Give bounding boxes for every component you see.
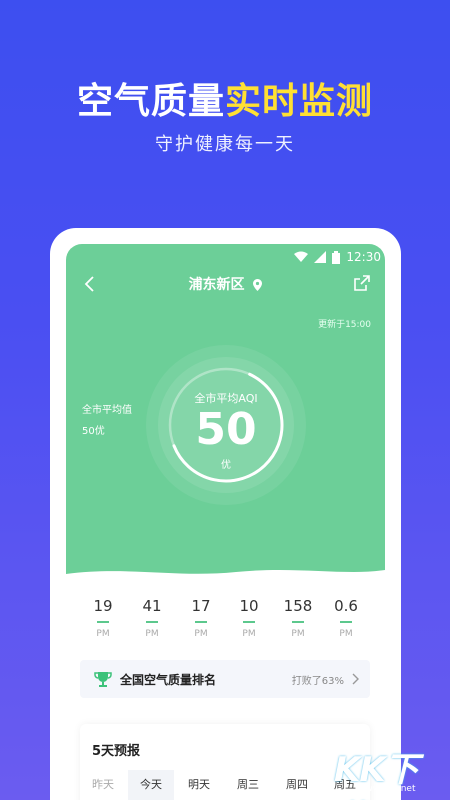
phone-frame: 12:30 浦东新区 更新于15:00 全市平均值 50优 全市平均AQI 50… [50, 228, 401, 800]
pollutant-indicator [340, 621, 352, 623]
pollutant-indicator [243, 621, 255, 623]
forecast-day[interactable]: 昨天 [80, 770, 126, 800]
pollutant-value: 0.6 [334, 597, 358, 615]
status-bar: 12:30 [294, 249, 381, 265]
share-icon[interactable] [353, 274, 371, 292]
forecast-card: 5天预报 昨天 今天 明天 周三 周四 周五 [80, 724, 370, 800]
aqi-level: 优 [221, 460, 231, 471]
forecast-day-label: 周四 [286, 778, 308, 791]
pollutant-indicator [146, 621, 158, 623]
pollutant-indicator [97, 621, 109, 623]
forecast-day[interactable]: 周三 [225, 770, 271, 800]
ranking-value: 打败了63% [291, 676, 344, 687]
location-pin-icon [253, 279, 263, 291]
updated-time: 更新于15:00 [318, 320, 371, 330]
forecast-day[interactable]: 今天 [128, 770, 174, 800]
promo-title-part1: 空气质量 [76, 81, 225, 122]
pollutant-metrics: 19 PM 41 PM 17 PM 10 PM 158 PM 0.6 PM [66, 596, 385, 650]
status-time: 12:30 [346, 250, 381, 264]
wifi-icon [294, 251, 309, 262]
national-ranking-row[interactable]: 全国空气质量排名 打败了63% [80, 660, 370, 698]
ranking-title: 全国空气质量排名 [120, 673, 217, 687]
pollutant-indicator [195, 621, 207, 623]
site-watermark: KK下载 www.kkx.net [330, 742, 450, 800]
pollutant-label: PM [339, 629, 353, 639]
watermark-url: www.kkx.net [358, 784, 416, 794]
aqi-header-panel: 12:30 浦东新区 更新于15:00 全市平均值 50优 全市平均AQI 50… [66, 244, 385, 582]
forecast-day-label: 昨天 [92, 778, 114, 791]
trophy-icon [94, 672, 112, 687]
forecast-day[interactable]: 明天 [176, 770, 222, 800]
district-name: 浦东新区 [188, 277, 245, 293]
forecast-day-label: 周三 [237, 778, 259, 791]
pollutant-indicator [292, 621, 304, 623]
city-average: 全市平均值 50优 [82, 400, 132, 442]
top-bar: 浦东新区 [66, 268, 385, 302]
wave-divider [66, 570, 385, 592]
forecast-day-label: 今天 [140, 778, 162, 791]
pollutant-item[interactable]: 0.6 PM [316, 596, 376, 639]
promo-subtitle: 守护健康每一天 [155, 134, 295, 155]
promo-headline: 空气质量实时监测 [0, 80, 450, 124]
city-average-label: 全市平均值 [82, 405, 132, 416]
forecast-days: 昨天 今天 明天 周三 周四 周五 [80, 770, 370, 800]
chevron-right-icon [352, 673, 359, 685]
app-screen: 12:30 浦东新区 更新于15:00 全市平均值 50优 全市平均AQI 50… [66, 244, 385, 800]
city-average-value: 50优 [82, 426, 105, 437]
promo-title-part2: 实时监测 [225, 81, 374, 122]
aqi-gauge-text: 全市平均AQI 50 优 [145, 344, 307, 506]
forecast-day[interactable]: 周四 [274, 770, 320, 800]
battery-icon [332, 250, 341, 264]
signal-icon [314, 251, 327, 263]
forecast-day-label: 明天 [188, 778, 210, 791]
forecast-title: 5天预报 [92, 744, 141, 759]
location-title[interactable]: 浦东新区 [66, 274, 385, 294]
aqi-value: 50 [195, 404, 257, 455]
